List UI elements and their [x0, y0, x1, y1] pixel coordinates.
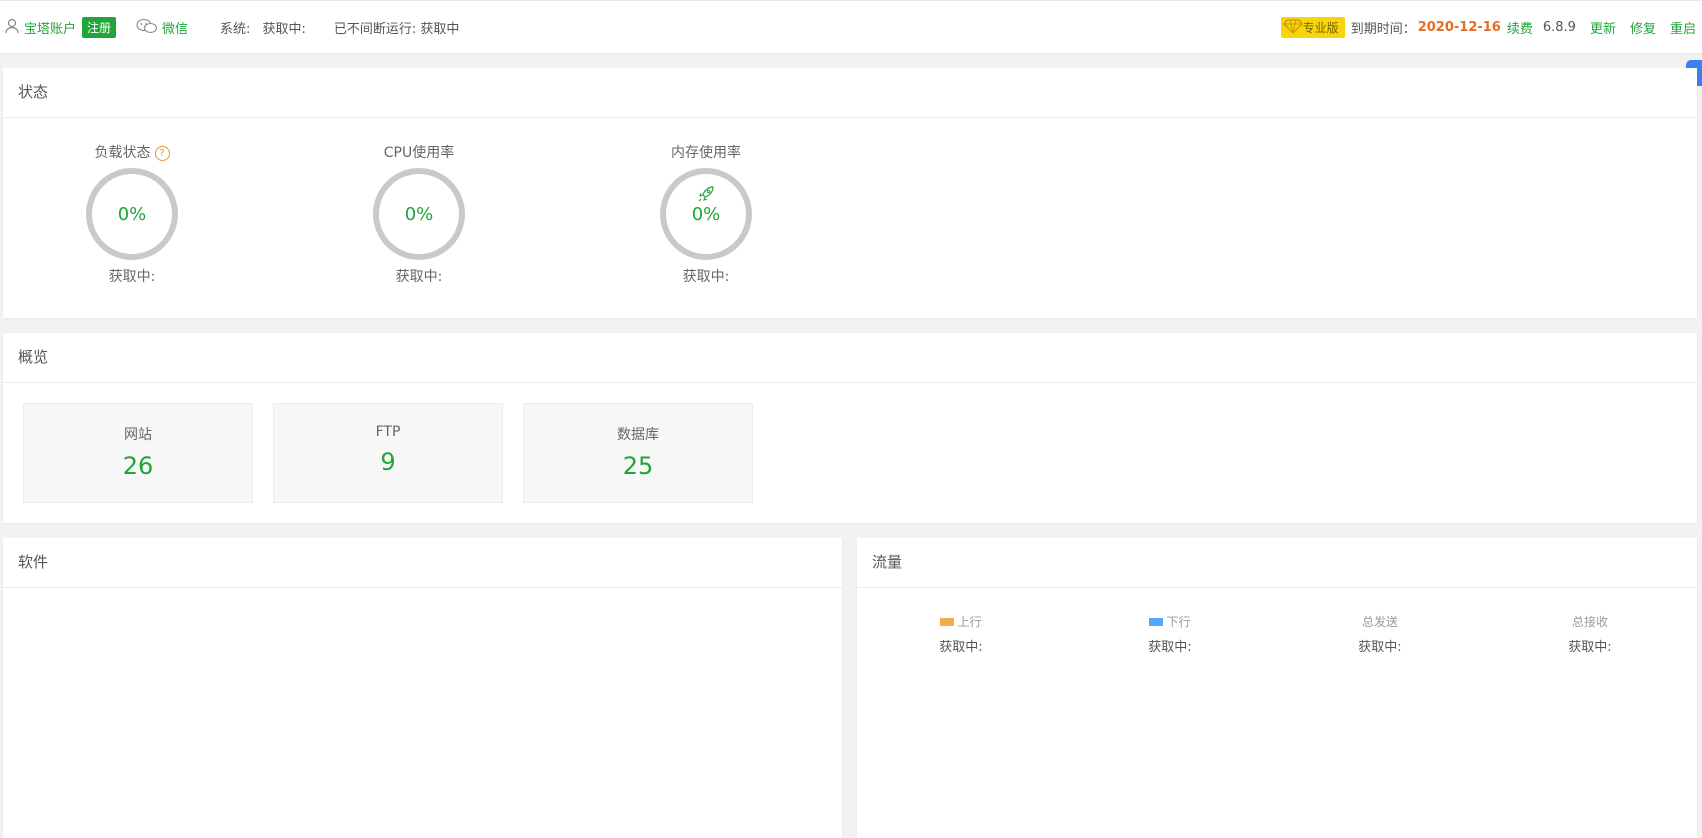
top-bar-right: 专业版 到期时间： 2020-12-16 续费 6.8.9 更新 修复 重启: [1280, 17, 1696, 38]
expire-date: 2020-12-16: [1417, 20, 1501, 35]
update-link[interactable]: 更新: [1590, 18, 1616, 37]
pro-badge: 专业版: [1280, 17, 1345, 38]
gauge-title: 负载状态?: [62, 142, 202, 164]
memory-gauge[interactable]: 内存使用率 0% 获取中:: [636, 142, 776, 286]
gauge-ring: 0%: [86, 168, 178, 260]
repair-link[interactable]: 修复: [1630, 18, 1656, 37]
gauge-title: 内存使用率: [671, 145, 741, 161]
download-swatch-icon: [1149, 617, 1164, 626]
traffic-label: 上行: [901, 613, 1021, 630]
traffic-value: 获取中:: [939, 640, 983, 655]
wechat-icon: [136, 18, 158, 38]
gauge-ring: 0%: [373, 168, 465, 260]
traffic-upload: 上行 获取中:: [901, 613, 1021, 655]
restart-link[interactable]: 重启: [1670, 18, 1696, 37]
version-text: 6.8.9: [1542, 20, 1576, 35]
status-panel: 状态 负载状态? 0% 获取中: CPU使用率 0% 获取中: 内存使用率 0%…: [3, 68, 1697, 318]
overview-card-ftp[interactable]: FTP 9: [273, 403, 503, 503]
system-label: 系统:: [220, 22, 251, 37]
expire-label: 到期时间：: [1350, 22, 1416, 37]
renew-link[interactable]: 续费: [1507, 18, 1533, 37]
register-button[interactable]: 注册: [82, 17, 117, 38]
overview-card-value: 25: [622, 452, 654, 480]
gauge-value: 0%: [404, 203, 434, 225]
user-icon: [4, 18, 20, 38]
traffic-value: 获取中:: [1568, 640, 1612, 655]
overview-panel: 概览 网站 26 FTP 9 数据库 25: [3, 333, 1697, 523]
account-link[interactable]: 宝塔账户: [24, 18, 76, 37]
gauge-status: 获取中:: [682, 269, 730, 285]
gauge-ring: 0%: [660, 168, 752, 260]
overview-card-value: 9: [380, 448, 396, 476]
traffic-title: 流量: [857, 538, 1697, 588]
traffic-value: 获取中:: [1148, 640, 1192, 655]
software-panel: 软件: [3, 538, 842, 838]
gauge-status: 获取中:: [395, 269, 443, 285]
traffic-label: 下行: [1110, 613, 1230, 630]
load-gauge[interactable]: 负载状态? 0% 获取中:: [62, 142, 202, 286]
traffic-label: 总接收: [1571, 615, 1608, 629]
rocket-icon[interactable]: [696, 184, 716, 208]
uptime-text: 已不间断运行: 获取中: [333, 22, 460, 37]
traffic-total-received: 总接收 获取中:: [1530, 613, 1650, 655]
overview-title: 概览: [3, 333, 1697, 383]
traffic-panel: 流量 上行 获取中: 下行 获取中: 总发送 获取中: 总接收 获取中:: [857, 538, 1697, 838]
top-bar: 宝塔账户 注册 微信 系统: 获取中: 已不间断运行: 获取中 专业版 到期时间…: [0, 0, 1702, 53]
traffic-label: 总发送: [1361, 615, 1398, 629]
overview-card-database[interactable]: 数据库 25: [523, 403, 753, 503]
wechat-label: 微信: [162, 22, 189, 37]
system-value: 获取中:: [262, 22, 306, 37]
overview-card-website[interactable]: 网站 26: [23, 403, 253, 503]
gauge-title: CPU使用率: [383, 145, 455, 161]
overview-card-label: FTP: [375, 424, 401, 440]
help-icon[interactable]: ?: [154, 146, 170, 161]
software-title: 软件: [3, 538, 842, 588]
cpu-gauge[interactable]: CPU使用率 0% 获取中:: [349, 142, 489, 286]
traffic-total-sent: 总发送 获取中:: [1320, 613, 1440, 655]
gauge-value: 0%: [117, 203, 147, 225]
wechat-link[interactable]: 微信: [136, 18, 188, 38]
traffic-value: 获取中:: [1358, 640, 1402, 655]
overview-card-label: 数据库: [617, 427, 659, 443]
overview-card-value: 26: [122, 452, 154, 480]
traffic-download: 下行 获取中:: [1110, 613, 1230, 655]
top-bar-left: 宝塔账户 注册 微信 系统: 获取中: 已不间断运行: 获取中: [4, 17, 459, 38]
status-title: 状态: [3, 68, 1697, 118]
gauge-status: 获取中:: [108, 269, 156, 285]
pro-badge-label: 专业版: [1302, 21, 1339, 35]
overview-card-label: 网站: [124, 427, 152, 443]
upload-swatch-icon: [940, 617, 955, 626]
diamond-icon: [1282, 18, 1303, 37]
